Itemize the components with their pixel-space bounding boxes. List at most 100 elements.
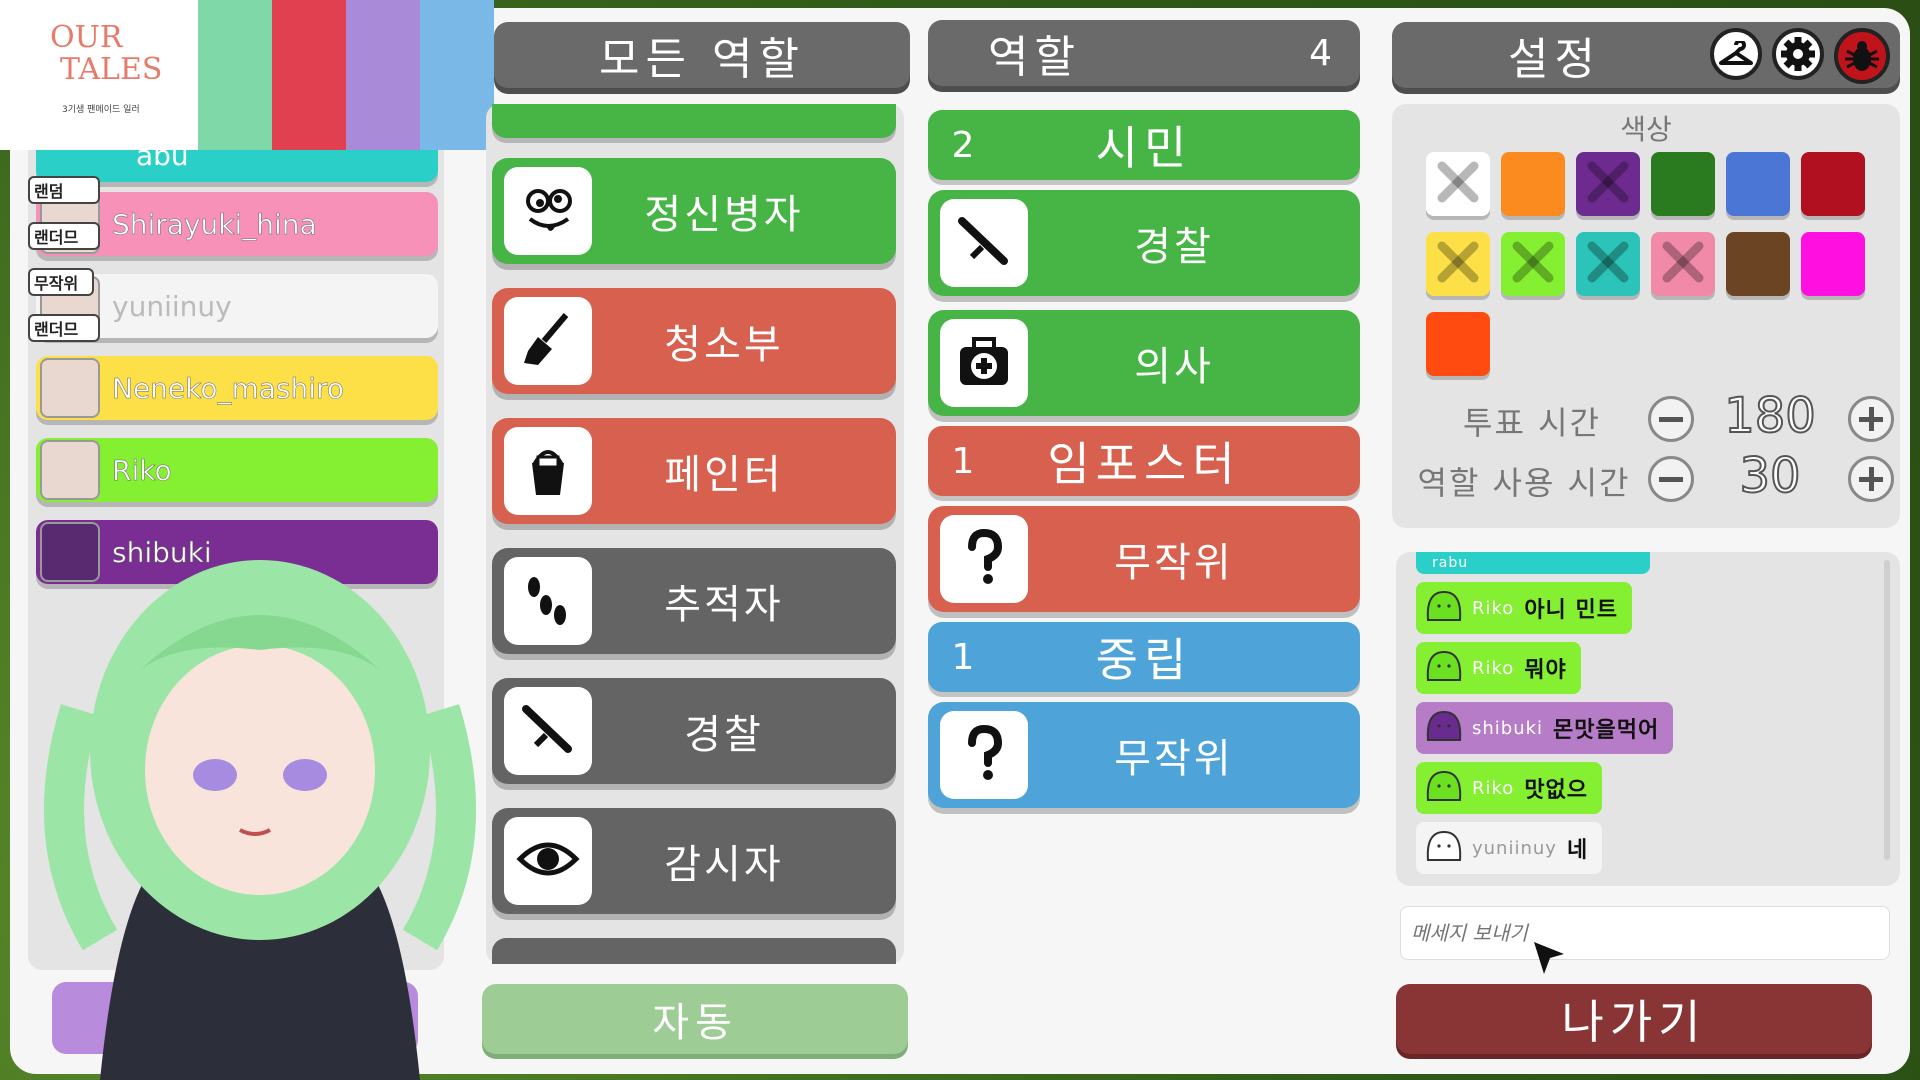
color-swatch	[1576, 232, 1640, 296]
role-label: 청소부	[664, 322, 784, 368]
chat-text: 맛없으	[1524, 778, 1589, 803]
role-card[interactable]: 페인터	[492, 418, 896, 524]
role-label: 추적자	[664, 582, 784, 628]
selected-role-card[interactable]: 무작위	[928, 702, 1360, 808]
broom-icon	[516, 307, 580, 375]
role-label: 페인터	[664, 452, 784, 498]
chat-text: 아니 민트	[1524, 598, 1618, 623]
all-roles-header: 모든 역할	[494, 22, 910, 88]
auto-button[interactable]: 자동	[482, 984, 908, 1054]
role-label: 의사	[1134, 344, 1214, 390]
role-group-name: 시민	[1095, 121, 1193, 175]
color-swatch[interactable]	[1801, 232, 1865, 296]
minus-icon	[1659, 476, 1683, 482]
chat-nick: Riko	[1472, 597, 1515, 619]
player-name: yuniinuy	[112, 289, 232, 323]
player-row[interactable]: Neneko_mashiro	[36, 356, 438, 420]
role-time-decrease-button[interactable]	[1648, 456, 1694, 502]
taken-x-icon	[1661, 240, 1705, 288]
chat-avatar-icon	[1424, 768, 1464, 809]
role-group-count: 2	[951, 124, 975, 166]
color-swatch[interactable]	[1726, 232, 1790, 296]
taken-x-icon	[1436, 240, 1480, 288]
stream-logo-overlay: OUR TALES 3기생 팬메이드 일러	[0, 0, 494, 150]
bug-report-button[interactable]	[1834, 28, 1890, 84]
chat-text: 네	[1566, 838, 1589, 863]
player-name: Neneko_mashiro	[112, 371, 345, 405]
role-card[interactable]: 경찰	[492, 678, 896, 784]
plus-icon	[1859, 467, 1883, 491]
role-group-header[interactable]: 1 임포스터	[928, 426, 1360, 496]
roles-header: 역할 4	[928, 20, 1360, 86]
baton-icon-box	[504, 687, 592, 775]
color-swatch	[1426, 232, 1490, 296]
outfit-button[interactable]	[1710, 28, 1762, 80]
role-group-name: 중립	[1095, 633, 1193, 687]
color-swatch[interactable]	[1726, 152, 1790, 216]
taken-x-icon	[1436, 160, 1480, 208]
color-label: 색상	[1620, 113, 1672, 146]
role-label: 경찰	[1134, 224, 1214, 270]
role-card-partial[interactable]	[492, 104, 896, 138]
vote-time-label: 투표 시간	[1463, 404, 1601, 442]
vote-time-increase-button[interactable]	[1848, 396, 1894, 442]
player-name: Riko	[112, 453, 172, 487]
chat-scrollbar[interactable]	[1884, 560, 1890, 860]
roles-count: 4	[1309, 32, 1338, 74]
role-card[interactable]: 추적자	[492, 548, 896, 654]
baton-icon-box	[940, 199, 1028, 287]
minus-icon	[1659, 416, 1683, 422]
settings-gear-button[interactable]	[1772, 28, 1824, 80]
side-label: 랜덤	[28, 176, 100, 204]
role-card[interactable]: 청소부	[492, 288, 896, 394]
chat-text: 뭐야	[1524, 658, 1567, 683]
vtuber-avatar-overlay	[44, 560, 476, 1080]
chat-nick: Riko	[1472, 777, 1515, 799]
logo-art-strip	[198, 0, 494, 150]
color-swatch[interactable]	[1426, 312, 1490, 376]
role-label: 무작위	[1114, 736, 1234, 782]
chat-avatar-icon	[1424, 708, 1464, 749]
role-card[interactable]: 정신병자	[492, 158, 896, 264]
side-label: 랜더므	[28, 314, 100, 342]
hanger-icon	[1719, 41, 1753, 65]
baton-icon	[952, 209, 1016, 277]
eye-icon	[516, 827, 580, 895]
question-icon	[952, 721, 1016, 789]
medkit-icon	[952, 329, 1016, 397]
chat-message: Riko 맛없으	[1416, 762, 1603, 814]
role-card[interactable]: 감시자	[492, 808, 896, 914]
color-swatch[interactable]	[1651, 152, 1715, 216]
vote-time-value: 180	[1723, 387, 1817, 445]
chat-avatar-icon	[1424, 648, 1464, 689]
role-group-count: 1	[951, 440, 975, 482]
player-row[interactable]: Riko	[36, 438, 438, 502]
chat-input[interactable]	[1400, 906, 1890, 960]
chat-nick: shibuki	[1472, 717, 1544, 739]
taken-x-icon	[1511, 240, 1555, 288]
mouse-cursor-icon	[1534, 942, 1564, 974]
chat-message-partial: rabu	[1416, 552, 1650, 574]
role-card-partial-bottom[interactable]	[492, 938, 896, 964]
role-time-label: 역할 사용 시간	[1417, 464, 1631, 502]
selected-role-card[interactable]: 무작위	[928, 506, 1360, 612]
question-icon	[952, 525, 1016, 593]
chat-nick: yuniinuy	[1472, 837, 1557, 859]
gear-icon	[1781, 37, 1815, 71]
color-swatch[interactable]	[1801, 152, 1865, 216]
selected-role-card[interactable]: 의사	[928, 310, 1360, 416]
role-label: 경찰	[684, 712, 764, 758]
chat-message: shibuki 몬맛을먹어	[1416, 702, 1674, 754]
vote-time-decrease-button[interactable]	[1648, 396, 1694, 442]
chat-message: Riko 뭐야	[1416, 642, 1581, 694]
role-label: 정신병자	[644, 192, 804, 238]
selected-role-card[interactable]: 경찰	[928, 190, 1360, 296]
player-name: Shirayuki_hina	[112, 207, 317, 241]
color-swatch[interactable]	[1501, 152, 1565, 216]
role-group-header[interactable]: 2 시민	[928, 110, 1360, 180]
paint-bucket-icon-box	[504, 427, 592, 515]
exit-button[interactable]: 나가기	[1396, 984, 1872, 1054]
role-group-header[interactable]: 1 중립	[928, 622, 1360, 692]
role-time-increase-button[interactable]	[1848, 456, 1894, 502]
broom-icon-box	[504, 297, 592, 385]
